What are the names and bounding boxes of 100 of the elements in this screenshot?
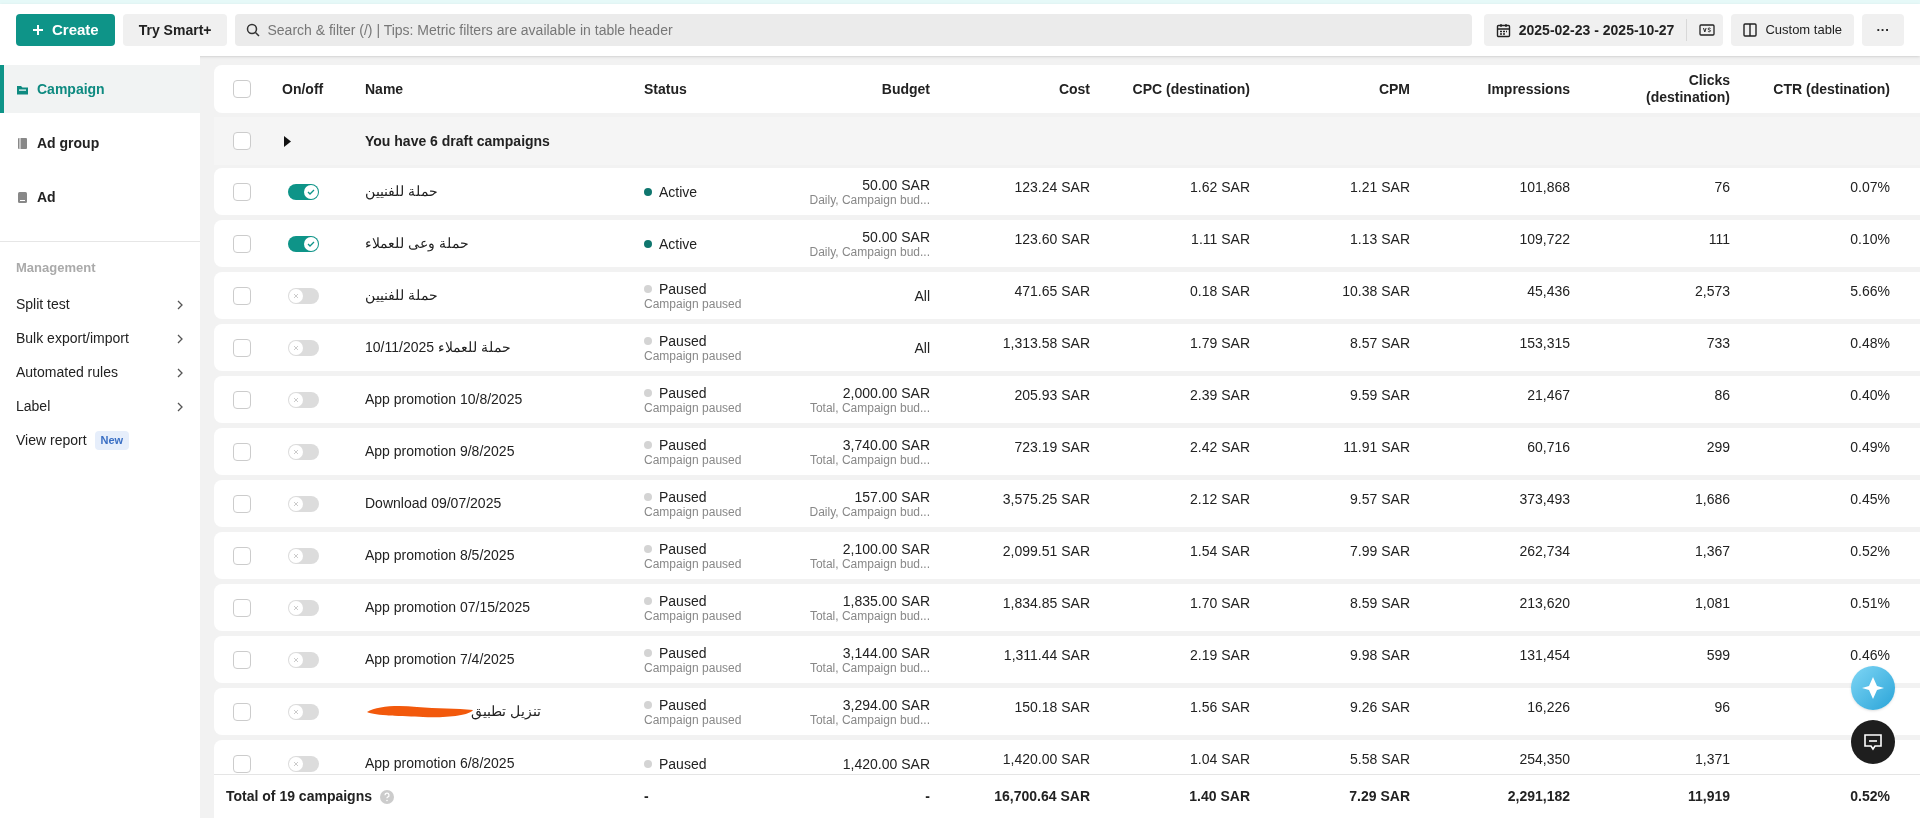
chevron-right-icon	[176, 299, 184, 310]
campaign-name[interactable]: حملة للفنيين	[365, 285, 438, 306]
row-checkbox[interactable]	[233, 702, 251, 721]
toggle-switch[interactable]	[288, 287, 319, 304]
menu-item[interactable]: View report New	[0, 423, 200, 458]
row-checkbox[interactable]	[233, 442, 251, 461]
table-cell: 86	[1714, 387, 1730, 403]
campaign-name[interactable]: Download 09/07/2025	[365, 493, 502, 514]
table-cell: 1.79 SAR	[1190, 335, 1250, 351]
toggle-switch[interactable]	[288, 391, 319, 408]
menu-item[interactable]: Label	[0, 389, 200, 424]
row-checkbox[interactable]	[233, 598, 251, 617]
book-icon	[16, 136, 29, 150]
column-header[interactable]: Impressions	[1487, 80, 1570, 98]
budget-amount: All	[914, 339, 930, 356]
status-note: Campaign paused	[644, 556, 743, 571]
table-cell: 131,454	[1519, 647, 1570, 663]
table-row[interactable]: App promotion 10/8/2025 Paused Campaign paused 2,000.00 SAR Total, Campaign bud... 205.93 SAR 2.39 SAR 9.59 SAR 21,467 86 0.40%	[214, 376, 1920, 423]
table-cell: 1,834.85 SAR	[1002, 595, 1090, 611]
table-cell: 96	[1714, 699, 1730, 715]
campaign-name[interactable]: App promotion 7/4/2025	[365, 649, 515, 670]
toggle-switch[interactable]	[288, 547, 319, 564]
table-cell: 123.24 SAR	[1014, 179, 1090, 195]
table-row[interactable]: App promotion 07/15/2025 Paused Campaign paused 1,835.00 SAR Total, Campaign bud... 1,834.85 SAR 1.70 SAR 8.59 SAR 213,620 1,081 0.51%	[214, 584, 1920, 631]
level-tab[interactable]: Ad group	[0, 119, 200, 167]
plus-icon	[32, 24, 44, 36]
campaign-name[interactable]: تنزيل تطبيق	[471, 701, 541, 722]
status-label: Paused	[659, 384, 707, 401]
table-row[interactable]: App promotion 7/4/2025 Paused Campaign paused 3,144.00 SAR Total, Campaign bud... 1,311.44 SAR 2.19 SAR 9.98 SAR 131,454 599 0.46%	[214, 636, 1920, 683]
row-checkbox[interactable]	[233, 182, 251, 201]
column-header[interactable]: Cost	[1058, 80, 1090, 98]
row-checkbox[interactable]	[233, 754, 251, 773]
table-cell: 10.38 SAR	[1342, 283, 1410, 299]
campaign-name[interactable]: حملة للفنيين	[365, 181, 438, 202]
budget-note: Total, Campaign bud...	[809, 452, 930, 467]
budget-amount: 3,144.00 SAR	[842, 644, 930, 661]
campaign-name[interactable]: App promotion 9/8/2025	[365, 441, 515, 462]
toggle-switch[interactable]	[288, 703, 319, 720]
toggle-switch[interactable]	[288, 183, 319, 200]
column-header[interactable]: CPC (destination)	[1132, 80, 1250, 98]
campaign-name[interactable]: App promotion 6/8/2025	[365, 753, 515, 774]
row-checkbox[interactable]	[233, 234, 251, 253]
menu-item[interactable]: Split test	[0, 287, 200, 322]
more-button[interactable]: ···	[1862, 14, 1904, 46]
column-header[interactable]: CPM	[1378, 80, 1410, 98]
campaign-name[interactable]: App promotion 8/5/2025	[365, 545, 515, 566]
toggle-switch[interactable]	[288, 443, 319, 460]
table-row[interactable]: App promotion 8/5/2025 Paused Campaign paused 2,100.00 SAR Total, Campaign bud... 2,099.51 SAR 1.54 SAR 7.99 SAR 262,734 1,367 0.52%	[214, 532, 1920, 579]
table-row[interactable]: App promotion 9/8/2025 Paused Campaign paused 3,740.00 SAR Total, Campaign bud... 723.19 SAR 2.42 SAR 11.91 SAR 60,716 299 0.49%	[214, 428, 1920, 475]
toggle-switch[interactable]	[288, 599, 319, 616]
row-checkbox[interactable]	[233, 338, 251, 357]
toggle-switch[interactable]	[288, 651, 319, 668]
row-checkbox[interactable]	[233, 286, 251, 305]
table-cell: 11.91 SAR	[1343, 439, 1410, 455]
date-range-picker[interactable]: 2025-02-23 - 2025-10-27	[1483, 14, 1724, 46]
column-header[interactable]: Clicks (destination)	[1630, 72, 1730, 106]
table-row[interactable]: Download 09/07/2025 Paused Campaign paused 157.00 SAR Daily, Campaign bud... 3,575.25 SAR 2.12 SAR 9.57 SAR 373,493 1,686 0.45%	[214, 480, 1920, 527]
menu-item[interactable]: Bulk export/import	[0, 321, 200, 356]
column-header[interactable]: Status	[640, 80, 687, 98]
table-cell: 733	[1706, 335, 1730, 351]
star-icon	[1861, 676, 1885, 700]
status-note: Campaign paused	[644, 712, 743, 727]
column-header[interactable]: Name	[360, 80, 404, 98]
table-cell: 1,371	[1694, 751, 1730, 767]
row-checkbox[interactable]	[233, 390, 251, 409]
custom-table-button[interactable]: Custom table	[1731, 14, 1854, 46]
campaign-name[interactable]: App promotion 10/8/2025	[365, 389, 523, 410]
column-header[interactable]: On/off	[270, 80, 324, 98]
column-header[interactable]: CTR (destination)	[1773, 80, 1890, 98]
status-note: Campaign paused	[644, 400, 743, 415]
row-checkbox[interactable]	[233, 650, 251, 669]
row-checkbox[interactable]	[233, 494, 251, 513]
status-label: Active	[659, 235, 698, 252]
budget-amount: 2,100.00 SAR	[842, 540, 930, 557]
toggle-switch[interactable]	[288, 339, 319, 356]
smart-button[interactable]: Try Smart+	[122, 14, 228, 46]
campaign-name[interactable]: حملة وعى للعملاء	[365, 233, 469, 254]
campaign-name[interactable]: حملة للعملاء 10/11/2025	[365, 337, 511, 358]
menu-item[interactable]: Automated rules	[0, 355, 200, 390]
row-checkbox[interactable]	[233, 132, 251, 150]
campaign-name[interactable]: App promotion 07/15/2025	[365, 597, 530, 618]
table-row[interactable]: App promotion 6/8/2025 Paused 1,420.00 SAR 1,420.00 SAR 1.04 SAR 5.58 SAR 254,350 1,371	[214, 740, 1920, 774]
toggle-switch[interactable]	[288, 755, 319, 772]
row-checkbox[interactable]	[233, 546, 251, 565]
level-tab[interactable]: Ad	[0, 173, 200, 221]
table-cell: 1,420.00 SAR	[1002, 751, 1090, 767]
budget-amount: 3,294.00 SAR	[842, 696, 930, 713]
search-field[interactable]: Search & filter (/) | Tips: Metric filters are available in table header	[235, 14, 1472, 46]
chat-icon	[1863, 733, 1883, 751]
table-cell: 299	[1706, 439, 1730, 455]
table-cell: 1,311.44 SAR	[1003, 647, 1090, 663]
toggle-switch[interactable]	[288, 235, 319, 252]
card-icon	[16, 190, 29, 204]
column-header[interactable]: Budget	[881, 80, 930, 98]
table-cell: 76	[1714, 179, 1730, 195]
select-all-checkbox[interactable]	[233, 80, 251, 98]
toggle-switch[interactable]	[288, 495, 319, 512]
level-tab[interactable]: Campaign	[0, 65, 200, 113]
create-button[interactable]: Create	[16, 14, 115, 46]
table-cell: 0.18 SAR	[1190, 283, 1250, 299]
